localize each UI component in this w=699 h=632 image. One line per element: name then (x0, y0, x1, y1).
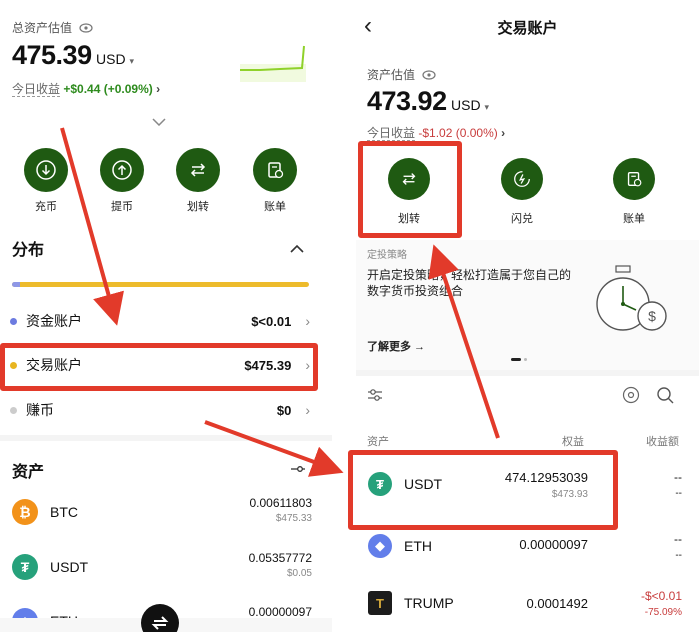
panel-gap (332, 0, 356, 632)
total-assets-value: 475.39 USD ▾ (12, 40, 135, 70)
promo-text-line1: 开启定投策略，轻松打造属于您自己的 (367, 268, 572, 282)
account-overview-panel: 总资产估值 475.39 USD ▾ 今日收益 +$0.44 (+0.09%) … (0, 0, 332, 632)
distribution-bar (12, 282, 309, 287)
funding-account-row[interactable]: 资金账户 $<0.01 › (10, 308, 310, 334)
flash-swap-button[interactable]: 闪兑 (492, 158, 552, 226)
bill-button[interactable]: 账单 (245, 148, 305, 214)
currency-selector[interactable]: USD ▾ (96, 51, 134, 67)
asset-row-btc[interactable]: ₿ BTC 0.00611803 $475.33 (12, 493, 312, 533)
eye-icon[interactable] (79, 22, 93, 36)
section-divider (0, 435, 332, 441)
bill-icon (253, 148, 297, 192)
section-divider (356, 370, 699, 376)
page-title: 交易账户 (497, 20, 558, 37)
learn-more-link[interactable]: 了解更多 → (367, 338, 425, 354)
trump-icon: T (368, 591, 392, 615)
asset-row-trump[interactable]: T TRUMP 0.0001492 -$<0.01 -75.09% (368, 585, 692, 632)
eth-icon: ◆ (368, 534, 392, 558)
flash-swap-icon (501, 158, 543, 200)
usdt-icon: ₮ (368, 472, 392, 496)
hide-small-balance-icon[interactable] (622, 386, 640, 409)
swap-icon (151, 616, 169, 630)
btc-icon: ₿ (12, 499, 38, 525)
deposit-icon (24, 148, 68, 192)
transfer-button[interactable]: 划转 (379, 158, 439, 226)
total-assets-label: 总资产估值 (12, 19, 93, 36)
promo-tag: 定投策略 (367, 250, 407, 261)
transfer-icon (388, 158, 430, 200)
currency-selector[interactable]: USD ▾ (451, 97, 489, 113)
trading-account-row[interactable]: 交易账户 $475.39 › (10, 352, 310, 378)
estimate-value: 473.92 USD ▾ (367, 86, 490, 116)
bill-button[interactable]: 账单 (604, 158, 664, 226)
today-pnl[interactable]: 今日收益 +$0.44 (+0.09%) › (12, 80, 160, 97)
asset-row-usdt[interactable]: ₮ USDT 474.12953039 $473.93 -- -- (368, 466, 692, 516)
usdt-icon: ₮ (12, 554, 38, 580)
asset-row-usdt[interactable]: ₮ USDT 0.05357772 $0.05 (12, 548, 312, 588)
column-header-pnl: 收益额 (646, 436, 679, 448)
chevron-right-icon: › (305, 357, 310, 373)
trading-account-panel: ‹ 交易账户 资产估值 473.92 USD ▾ 今日收益 -$1.02 (0.… (356, 0, 699, 632)
collapse-chevron-icon[interactable] (290, 240, 304, 258)
earn-account-row[interactable]: 赚币 $0 › (10, 397, 310, 423)
chevron-right-icon: › (305, 313, 310, 329)
distribution-title: 分布 (12, 242, 45, 259)
promo-text-line2: 数字货币投资组合 (367, 284, 464, 298)
stopwatch-illustration: $ (596, 264, 676, 345)
asset-row-eth[interactable]: ◆ ETH 0.00000097 -- -- (368, 528, 692, 578)
transfer-button[interactable]: 划转 (168, 148, 228, 214)
search-icon[interactable] (656, 386, 674, 409)
column-header-asset: 资产 (367, 436, 389, 448)
assets-title: 资产 (12, 464, 45, 481)
filter-icon[interactable] (367, 388, 383, 407)
eye-icon[interactable] (422, 69, 436, 83)
bill-icon (613, 158, 655, 200)
carousel-dot (524, 358, 527, 361)
withdraw-button[interactable]: 提币 (92, 148, 152, 214)
expand-chevron-icon[interactable] (152, 113, 166, 131)
filter-icon[interactable] (290, 462, 306, 480)
svg-text:$: $ (648, 308, 656, 324)
withdraw-icon (100, 148, 144, 192)
estimate-label: 资产估值 (367, 66, 436, 83)
chevron-right-icon: › (305, 402, 310, 418)
dca-promo-card[interactable]: 定投策略 开启定投策略，轻松打造属于您自己的 数字货币投资组合 了解更多 → $ (356, 240, 699, 370)
asset-sparkline (240, 42, 306, 82)
column-header-equity: 权益 (562, 436, 584, 448)
today-pnl[interactable]: 今日收益 -$1.02 (0.00%) › (367, 124, 505, 141)
carousel-dot-active (511, 358, 521, 361)
deposit-button[interactable]: 充币 (16, 148, 76, 214)
transfer-icon (176, 148, 220, 192)
